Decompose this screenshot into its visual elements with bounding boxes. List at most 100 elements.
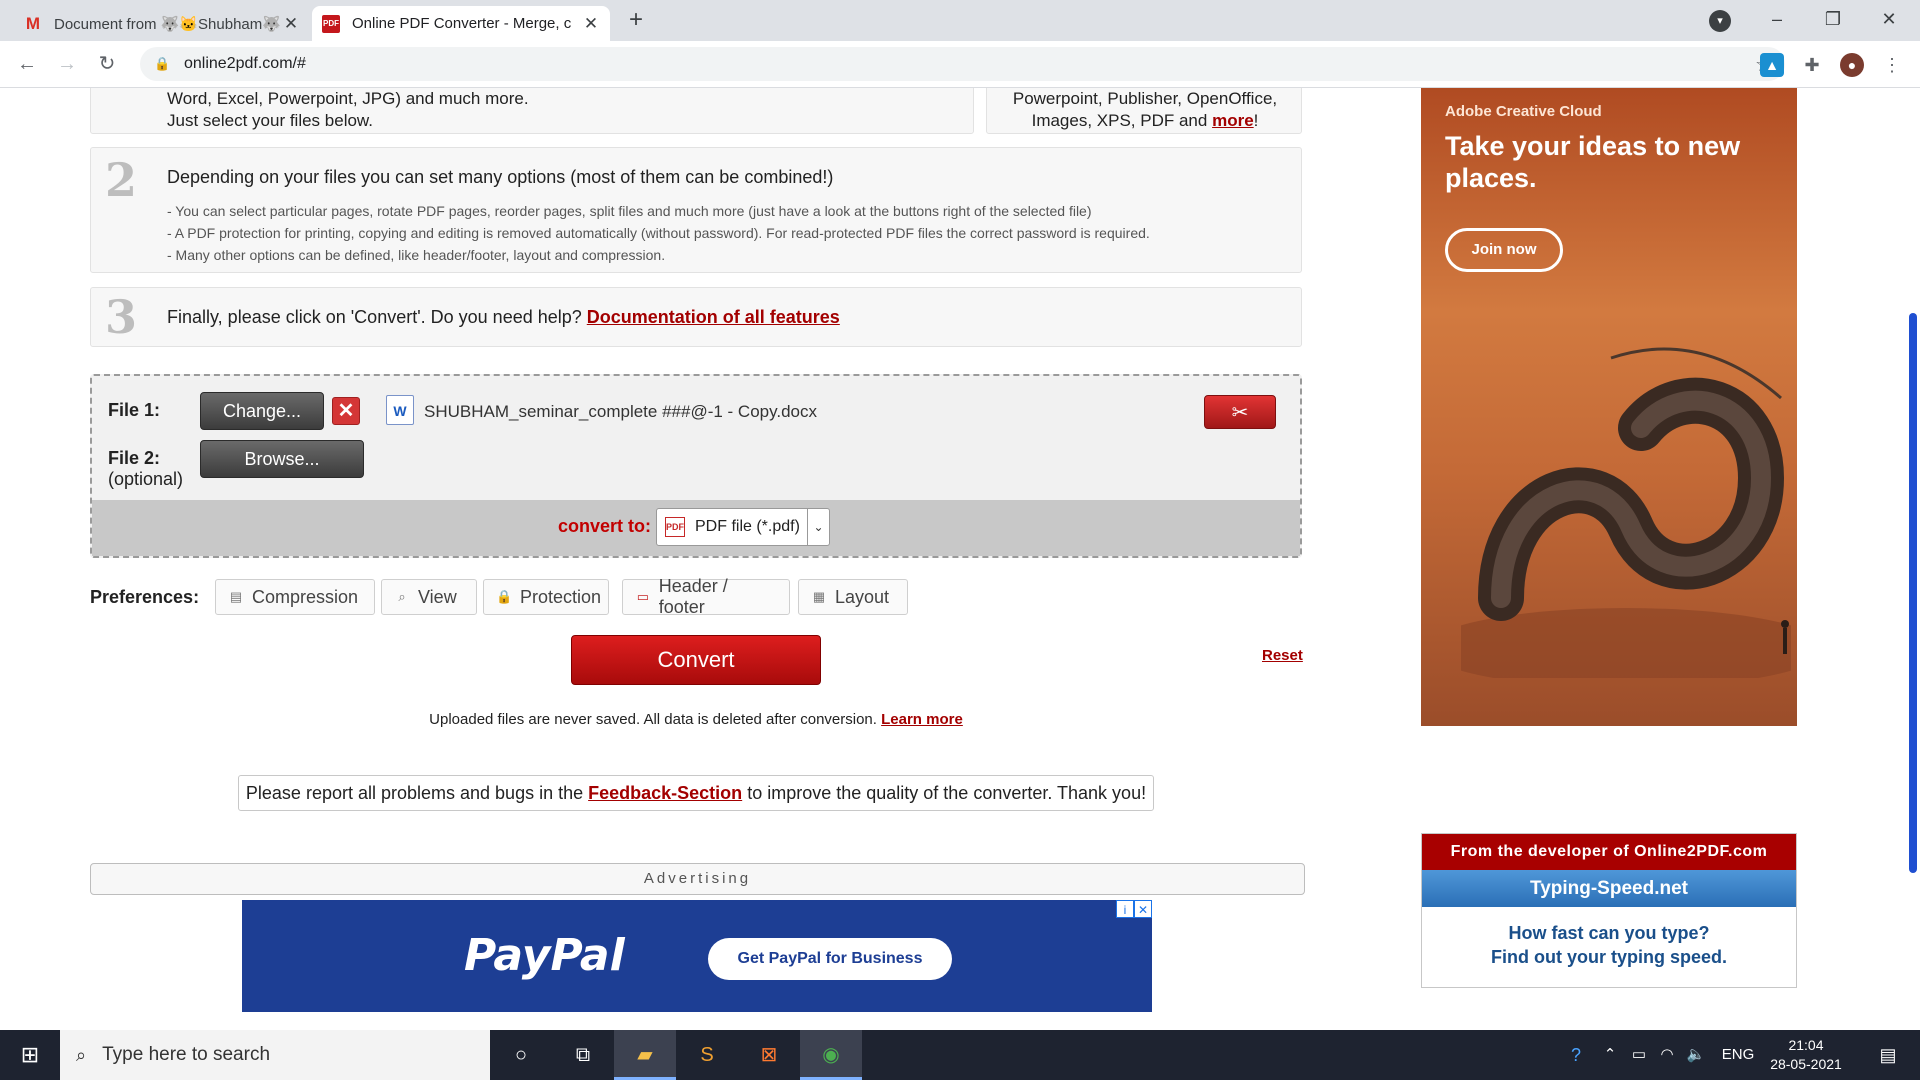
header-footer-button[interactable]: ▭ Header / footer [622, 576, 790, 617]
learn-more-link[interactable]: Learn more [881, 711, 963, 728]
preferences-label: Preferences: [90, 587, 200, 607]
help-icon[interactable]: ? [1560, 1030, 1592, 1080]
page-icon: ▭ [636, 589, 650, 604]
header-footer-label: Header / footer [658, 576, 728, 617]
feedback-section-link[interactable]: Feedback-Section [588, 783, 742, 803]
minimize-icon[interactable]: – [1750, 0, 1804, 38]
puzzle-extensions-icon[interactable]: ✚ [1800, 53, 1824, 77]
privacy-notice: Uploaded files are never saved. All data… [0, 711, 1392, 728]
documentation-link[interactable]: Documentation of all features [587, 307, 840, 327]
tab-gmail[interactable]: M Document from 🐺🐱Shubham🐺 ✕ [14, 6, 310, 41]
forward-icon[interactable]: → [52, 49, 82, 79]
feedback-text-pre: Please report all problems and bugs in t… [245, 783, 584, 803]
protection-button[interactable]: 🔒 Protection [483, 579, 609, 615]
tab-online2pdf[interactable]: PDF Online PDF Converter - Merge, c ✕ [312, 6, 610, 41]
notifications-icon[interactable]: ▤ [1866, 1030, 1910, 1080]
paypal-cta-button[interactable]: Get PayPal for Business [708, 938, 952, 980]
dev-text-line-2: Find out your typing speed. [1491, 947, 1727, 967]
address-bar[interactable]: 🔒 online2pdf.com/# ☆ [140, 47, 1785, 81]
layout-button[interactable]: ▦ Layout [798, 579, 908, 615]
chevron-down-icon[interactable]: ⌄ [807, 509, 829, 545]
step-1-line-1: Word, Excel, Powerpoint, JPG) and much m… [167, 89, 529, 108]
developer-panel-heading: From the developer of Online2PDF.com [1422, 834, 1796, 870]
convert-to-row: convert to: PDF PDF file (*.pdf) ⌄ [92, 500, 1300, 556]
page-scrollbar[interactable] [1903, 88, 1920, 1030]
step-number: 3 [105, 290, 138, 344]
wifi-icon[interactable]: ◠ [1654, 1030, 1680, 1080]
magnifier-icon: ⌕ [398, 589, 406, 604]
windows-taskbar: ⊞ ⌕ Type here to search ○ ⧉ ▰ S ⊠ ◉ ? ⌃ … [0, 1030, 1920, 1080]
paypal-logo: PayPal [464, 930, 625, 981]
cortana-icon[interactable]: ○ [490, 1030, 552, 1080]
file-1-label: File 1: [108, 400, 161, 420]
step-1-formats-box: Powerpoint, Publisher, OpenOffice, Image… [986, 88, 1302, 134]
volume-icon[interactable]: 🔈 [1682, 1030, 1710, 1080]
restore-icon[interactable]: ❐ [1806, 0, 1860, 38]
reset-link[interactable]: Reset [1262, 647, 1303, 664]
compression-label: Compression [252, 586, 359, 607]
browser-toolbar: ← → ↻ 🔒 online2pdf.com/# ☆ ▲ ✚ ● ⋮ [0, 41, 1920, 88]
paypal-ad-banner[interactable]: PayPal Get PayPal for Business i ✕ [242, 900, 1152, 1012]
more-formats-link[interactable]: more [1212, 111, 1254, 130]
developer-panel[interactable]: From the developer of Online2PDF.com Typ… [1421, 833, 1797, 988]
convert-button[interactable]: Convert [571, 635, 821, 685]
reload-icon[interactable]: ↻ [92, 49, 122, 79]
word-document-icon: W [386, 395, 414, 425]
ad-choices: i ✕ [1116, 900, 1152, 918]
feedback-notice: Please report all problems and bugs in t… [238, 775, 1154, 811]
view-button[interactable]: ⌕ View [381, 579, 477, 615]
gmail-icon: M [25, 13, 41, 33]
output-format-select[interactable]: PDF PDF file (*.pdf) ⌄ [656, 508, 830, 546]
tab-search-icon[interactable]: ▾ [1709, 10, 1731, 32]
close-icon[interactable]: ✕ [582, 14, 600, 34]
scrollbar-thumb[interactable] [1909, 313, 1917, 873]
extension-icon[interactable]: ▲ [1760, 53, 1784, 77]
formats-line-1: Powerpoint, Publisher, OpenOffice, [1012, 89, 1278, 108]
battery-icon[interactable]: ▭ [1626, 1030, 1652, 1080]
url-text: online2pdf.com/# [184, 55, 306, 72]
browse-file-button[interactable]: Browse... [200, 440, 364, 478]
step-2-heading: Depending on your files you can set many… [167, 167, 834, 187]
chevron-up-icon[interactable]: ⌃ [1598, 1030, 1622, 1080]
search-icon: ⌕ [76, 1044, 87, 1065]
file-1-name: SHUBHAM_seminar_complete ###@-1 - Copy.d… [424, 402, 817, 421]
join-now-button[interactable]: Join now [1445, 228, 1563, 272]
xampp-icon[interactable]: ⊠ [738, 1030, 800, 1080]
adobe-creative-cloud-ad[interactable]: Adobe Creative Cloud Take your ideas to … [1421, 88, 1797, 726]
split-file-scissors-button[interactable]: ✂ [1204, 395, 1276, 429]
task-view-icon[interactable]: ⧉ [552, 1030, 614, 1080]
typing-speed-title[interactable]: Typing-Speed.net [1422, 870, 1796, 907]
new-tab-button[interactable]: + [622, 6, 650, 34]
windows-start-icon[interactable]: ⊞ [0, 1030, 60, 1080]
change-file-button[interactable]: Change... [200, 392, 324, 430]
ad-info-icon[interactable]: i [1116, 900, 1134, 918]
taskbar-clock[interactable]: 21:04 28-05-2021 [1766, 1036, 1846, 1074]
back-icon[interactable]: ← [12, 49, 42, 79]
taskbar-search-box[interactable]: ⌕ Type here to search [60, 1030, 490, 1080]
file-explorer-icon[interactable]: ▰ [614, 1030, 676, 1080]
formats-line-2: Images, XPS, PDF and more! [987, 111, 1303, 131]
padlock-icon: 🔒 [496, 589, 513, 604]
menu-kebab-icon[interactable]: ⋮ [1880, 53, 1904, 77]
close-icon[interactable]: ✕ [282, 14, 300, 34]
step-3-text: Finally, please click on 'Convert'. Do y… [167, 307, 840, 328]
advertising-bar: Advertising [90, 863, 1305, 895]
pdf-file-icon: PDF [665, 517, 685, 537]
profile-avatar[interactable]: ● [1840, 53, 1864, 77]
output-format-value: PDF file (*.pdf) [695, 518, 800, 535]
ad-close-icon[interactable]: ✕ [1134, 900, 1152, 918]
clock-date: 28-05-2021 [1770, 1056, 1842, 1072]
compression-button[interactable]: ▤ Compression [215, 579, 375, 615]
sublime-text-icon[interactable]: S [676, 1030, 738, 1080]
formats-text: Images, XPS, PDF and [1031, 111, 1208, 130]
tab-title: Online PDF Converter - Merge, c [352, 15, 572, 32]
chrome-icon[interactable]: ◉ [800, 1030, 862, 1080]
step-3-box: 3 Finally, please click on 'Convert'. Do… [90, 287, 1302, 347]
remove-file-icon[interactable]: ✕ [332, 397, 360, 425]
language-indicator[interactable]: ENG [1716, 1030, 1760, 1080]
close-window-icon[interactable]: ✕ [1862, 0, 1916, 38]
adobe-brand: Adobe Creative Cloud [1445, 103, 1602, 120]
tab-title: Document from 🐺🐱Shubham🐺 [54, 15, 281, 33]
step-2-bullet: - Many other options can be defined, lik… [167, 247, 666, 263]
page-content: Word, Excel, Powerpoint, JPG) and much m… [0, 88, 1920, 1030]
